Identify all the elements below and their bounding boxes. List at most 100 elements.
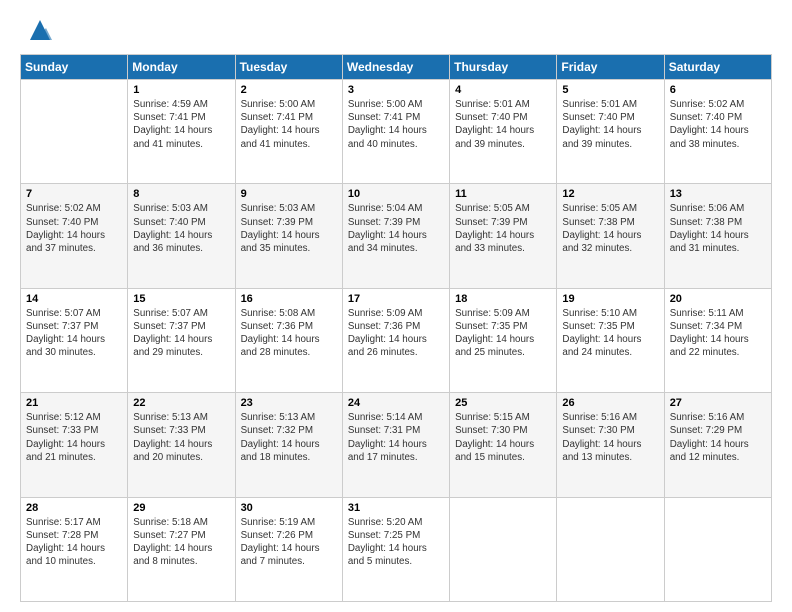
day-number: 1 (133, 84, 229, 96)
day-number: 15 (133, 293, 229, 305)
day-number: 19 (562, 293, 658, 305)
calendar-cell: 22 Sunrise: 5:13 AM Sunset: 7:33 PM Dayli… (128, 393, 235, 497)
day-number: 18 (455, 293, 551, 305)
calendar-cell: 15Sunrise: 5:07 AM Sunset: 7:37 PM Dayli… (128, 288, 235, 392)
day-number: 25 (455, 397, 551, 409)
calendar-cell: 4 Sunrise: 5:01 AM Sunset: 7:40 PM Daylig… (450, 80, 557, 184)
day-info: Sunrise: 5:06 AM Sunset: 7:38 PM Dayligh… (670, 202, 766, 255)
header (20, 16, 772, 44)
calendar-header-row: SundayMondayTuesdayWednesdayThursdayFrid… (21, 55, 772, 80)
weekday-header: Sunday (21, 55, 128, 80)
day-info: Sunrise: 5:15 AM Sunset: 7:30 PM Dayligh… (455, 411, 551, 464)
day-info: Sunrise: 5:05 AM Sunset: 7:38 PM Dayligh… (562, 202, 658, 255)
day-info: Sunrise: 5:08 AM Sunset: 7:36 PM Dayligh… (241, 307, 337, 360)
day-info: Sunrise: 5:13 AM Sunset: 7:33 PM Dayligh… (133, 411, 229, 464)
weekday-header: Saturday (664, 55, 771, 80)
day-info: Sunrise: 5:00 AM Sunset: 7:41 PM Dayligh… (348, 98, 444, 151)
day-info: Sunrise: 5:20 AM Sunset: 7:25 PM Dayligh… (348, 516, 444, 569)
day-info: Sunrise: 5:16 AM Sunset: 7:30 PM Dayligh… (562, 411, 658, 464)
day-info: Sunrise: 5:12 AM Sunset: 7:33 PM Dayligh… (26, 411, 122, 464)
calendar-cell: 20 Sunrise: 5:11 AM Sunset: 7:34 PM Dayli… (664, 288, 771, 392)
calendar-cell: 31Sunrise: 5:20 AM Sunset: 7:25 PM Dayli… (342, 497, 449, 601)
calendar-cell: 3 Sunrise: 5:00 AM Sunset: 7:41 PM Daylig… (342, 80, 449, 184)
calendar-cell: 29 Sunrise: 5:18 AM Sunset: 7:27 PM Dayli… (128, 497, 235, 601)
calendar-cell: 26 Sunrise: 5:16 AM Sunset: 7:30 PM Dayli… (557, 393, 664, 497)
calendar-week-row: 1 Sunrise: 4:59 AM Sunset: 7:41 PM Daylig… (21, 80, 772, 184)
calendar-cell: 10 Sunrise: 5:04 AM Sunset: 7:39 PM Dayli… (342, 184, 449, 288)
calendar-cell: 23 Sunrise: 5:13 AM Sunset: 7:32 PM Dayli… (235, 393, 342, 497)
day-info: Sunrise: 5:16 AM Sunset: 7:29 PM Dayligh… (670, 411, 766, 464)
calendar-table: SundayMondayTuesdayWednesdayThursdayFrid… (20, 54, 772, 602)
page: SundayMondayTuesdayWednesdayThursdayFrid… (0, 0, 792, 612)
day-info: Sunrise: 5:02 AM Sunset: 7:40 PM Dayligh… (26, 202, 122, 255)
calendar-cell: 9 Sunrise: 5:03 AM Sunset: 7:39 PM Daylig… (235, 184, 342, 288)
day-info: Sunrise: 5:00 AM Sunset: 7:41 PM Dayligh… (241, 98, 337, 151)
calendar-cell: 28 Sunrise: 5:17 AM Sunset: 7:28 PM Dayli… (21, 497, 128, 601)
calendar-cell (664, 497, 771, 601)
day-info: Sunrise: 5:04 AM Sunset: 7:39 PM Dayligh… (348, 202, 444, 255)
calendar-cell: 8 Sunrise: 5:03 AM Sunset: 7:40 PM Daylig… (128, 184, 235, 288)
calendar-cell: 18 Sunrise: 5:09 AM Sunset: 7:35 PM Dayli… (450, 288, 557, 392)
day-number: 11 (455, 188, 551, 200)
calendar-week-row: 28 Sunrise: 5:17 AM Sunset: 7:28 PM Dayli… (21, 497, 772, 601)
day-info: Sunrise: 5:13 AM Sunset: 7:32 PM Dayligh… (241, 411, 337, 464)
calendar-cell: 13Sunrise: 5:06 AM Sunset: 7:38 PM Dayli… (664, 184, 771, 288)
calendar-cell: 16 Sunrise: 5:08 AM Sunset: 7:36 PM Dayli… (235, 288, 342, 392)
day-number: 26 (562, 397, 658, 409)
day-info: Sunrise: 5:03 AM Sunset: 7:40 PM Dayligh… (133, 202, 229, 255)
day-number: 21 (26, 397, 122, 409)
calendar-cell: 11 Sunrise: 5:05 AM Sunset: 7:39 PM Dayli… (450, 184, 557, 288)
weekday-header: Tuesday (235, 55, 342, 80)
day-number: 5 (562, 84, 658, 96)
day-info: Sunrise: 5:18 AM Sunset: 7:27 PM Dayligh… (133, 516, 229, 569)
day-info: Sunrise: 5:17 AM Sunset: 7:28 PM Dayligh… (26, 516, 122, 569)
day-info: Sunrise: 5:11 AM Sunset: 7:34 PM Dayligh… (670, 307, 766, 360)
weekday-header: Wednesday (342, 55, 449, 80)
day-number: 30 (241, 502, 337, 514)
day-number: 8 (133, 188, 229, 200)
day-info: Sunrise: 5:01 AM Sunset: 7:40 PM Dayligh… (562, 98, 658, 151)
calendar-cell: 21 Sunrise: 5:12 AM Sunset: 7:33 PM Dayli… (21, 393, 128, 497)
day-info: Sunrise: 5:01 AM Sunset: 7:40 PM Dayligh… (455, 98, 551, 151)
day-number: 10 (348, 188, 444, 200)
day-number: 3 (348, 84, 444, 96)
day-number: 23 (241, 397, 337, 409)
day-number: 7 (26, 188, 122, 200)
calendar-cell: 12 Sunrise: 5:05 AM Sunset: 7:38 PM Dayli… (557, 184, 664, 288)
day-number: 2 (241, 84, 337, 96)
calendar-cell: 6 Sunrise: 5:02 AM Sunset: 7:40 PM Daylig… (664, 80, 771, 184)
logo-icon (26, 16, 54, 44)
calendar-cell (557, 497, 664, 601)
day-info: Sunrise: 5:19 AM Sunset: 7:26 PM Dayligh… (241, 516, 337, 569)
day-info: Sunrise: 5:09 AM Sunset: 7:36 PM Dayligh… (348, 307, 444, 360)
calendar-cell (450, 497, 557, 601)
day-number: 27 (670, 397, 766, 409)
day-info: Sunrise: 5:07 AM Sunset: 7:37 PM Dayligh… (26, 307, 122, 360)
calendar-cell: 5 Sunrise: 5:01 AM Sunset: 7:40 PM Daylig… (557, 80, 664, 184)
day-number: 16 (241, 293, 337, 305)
calendar-cell: 19Sunrise: 5:10 AM Sunset: 7:35 PM Dayli… (557, 288, 664, 392)
day-info: Sunrise: 5:09 AM Sunset: 7:35 PM Dayligh… (455, 307, 551, 360)
day-number: 4 (455, 84, 551, 96)
day-number: 6 (670, 84, 766, 96)
day-number: 9 (241, 188, 337, 200)
day-info: Sunrise: 5:02 AM Sunset: 7:40 PM Dayligh… (670, 98, 766, 151)
calendar-cell: 1 Sunrise: 4:59 AM Sunset: 7:41 PM Daylig… (128, 80, 235, 184)
day-number: 20 (670, 293, 766, 305)
day-info: Sunrise: 4:59 AM Sunset: 7:41 PM Dayligh… (133, 98, 229, 151)
calendar-cell: 25 Sunrise: 5:15 AM Sunset: 7:30 PM Dayli… (450, 393, 557, 497)
day-number: 12 (562, 188, 658, 200)
day-info: Sunrise: 5:05 AM Sunset: 7:39 PM Dayligh… (455, 202, 551, 255)
calendar-week-row: 21 Sunrise: 5:12 AM Sunset: 7:33 PM Dayli… (21, 393, 772, 497)
day-number: 22 (133, 397, 229, 409)
calendar-cell: 27 Sunrise: 5:16 AM Sunset: 7:29 PM Dayli… (664, 393, 771, 497)
weekday-header: Monday (128, 55, 235, 80)
day-number: 29 (133, 502, 229, 514)
day-number: 17 (348, 293, 444, 305)
calendar-cell: 14Sunrise: 5:07 AM Sunset: 7:37 PM Dayli… (21, 288, 128, 392)
calendar-cell (21, 80, 128, 184)
logo (20, 16, 54, 44)
day-info: Sunrise: 5:03 AM Sunset: 7:39 PM Dayligh… (241, 202, 337, 255)
day-number: 28 (26, 502, 122, 514)
calendar-cell: 17 Sunrise: 5:09 AM Sunset: 7:36 PM Dayli… (342, 288, 449, 392)
